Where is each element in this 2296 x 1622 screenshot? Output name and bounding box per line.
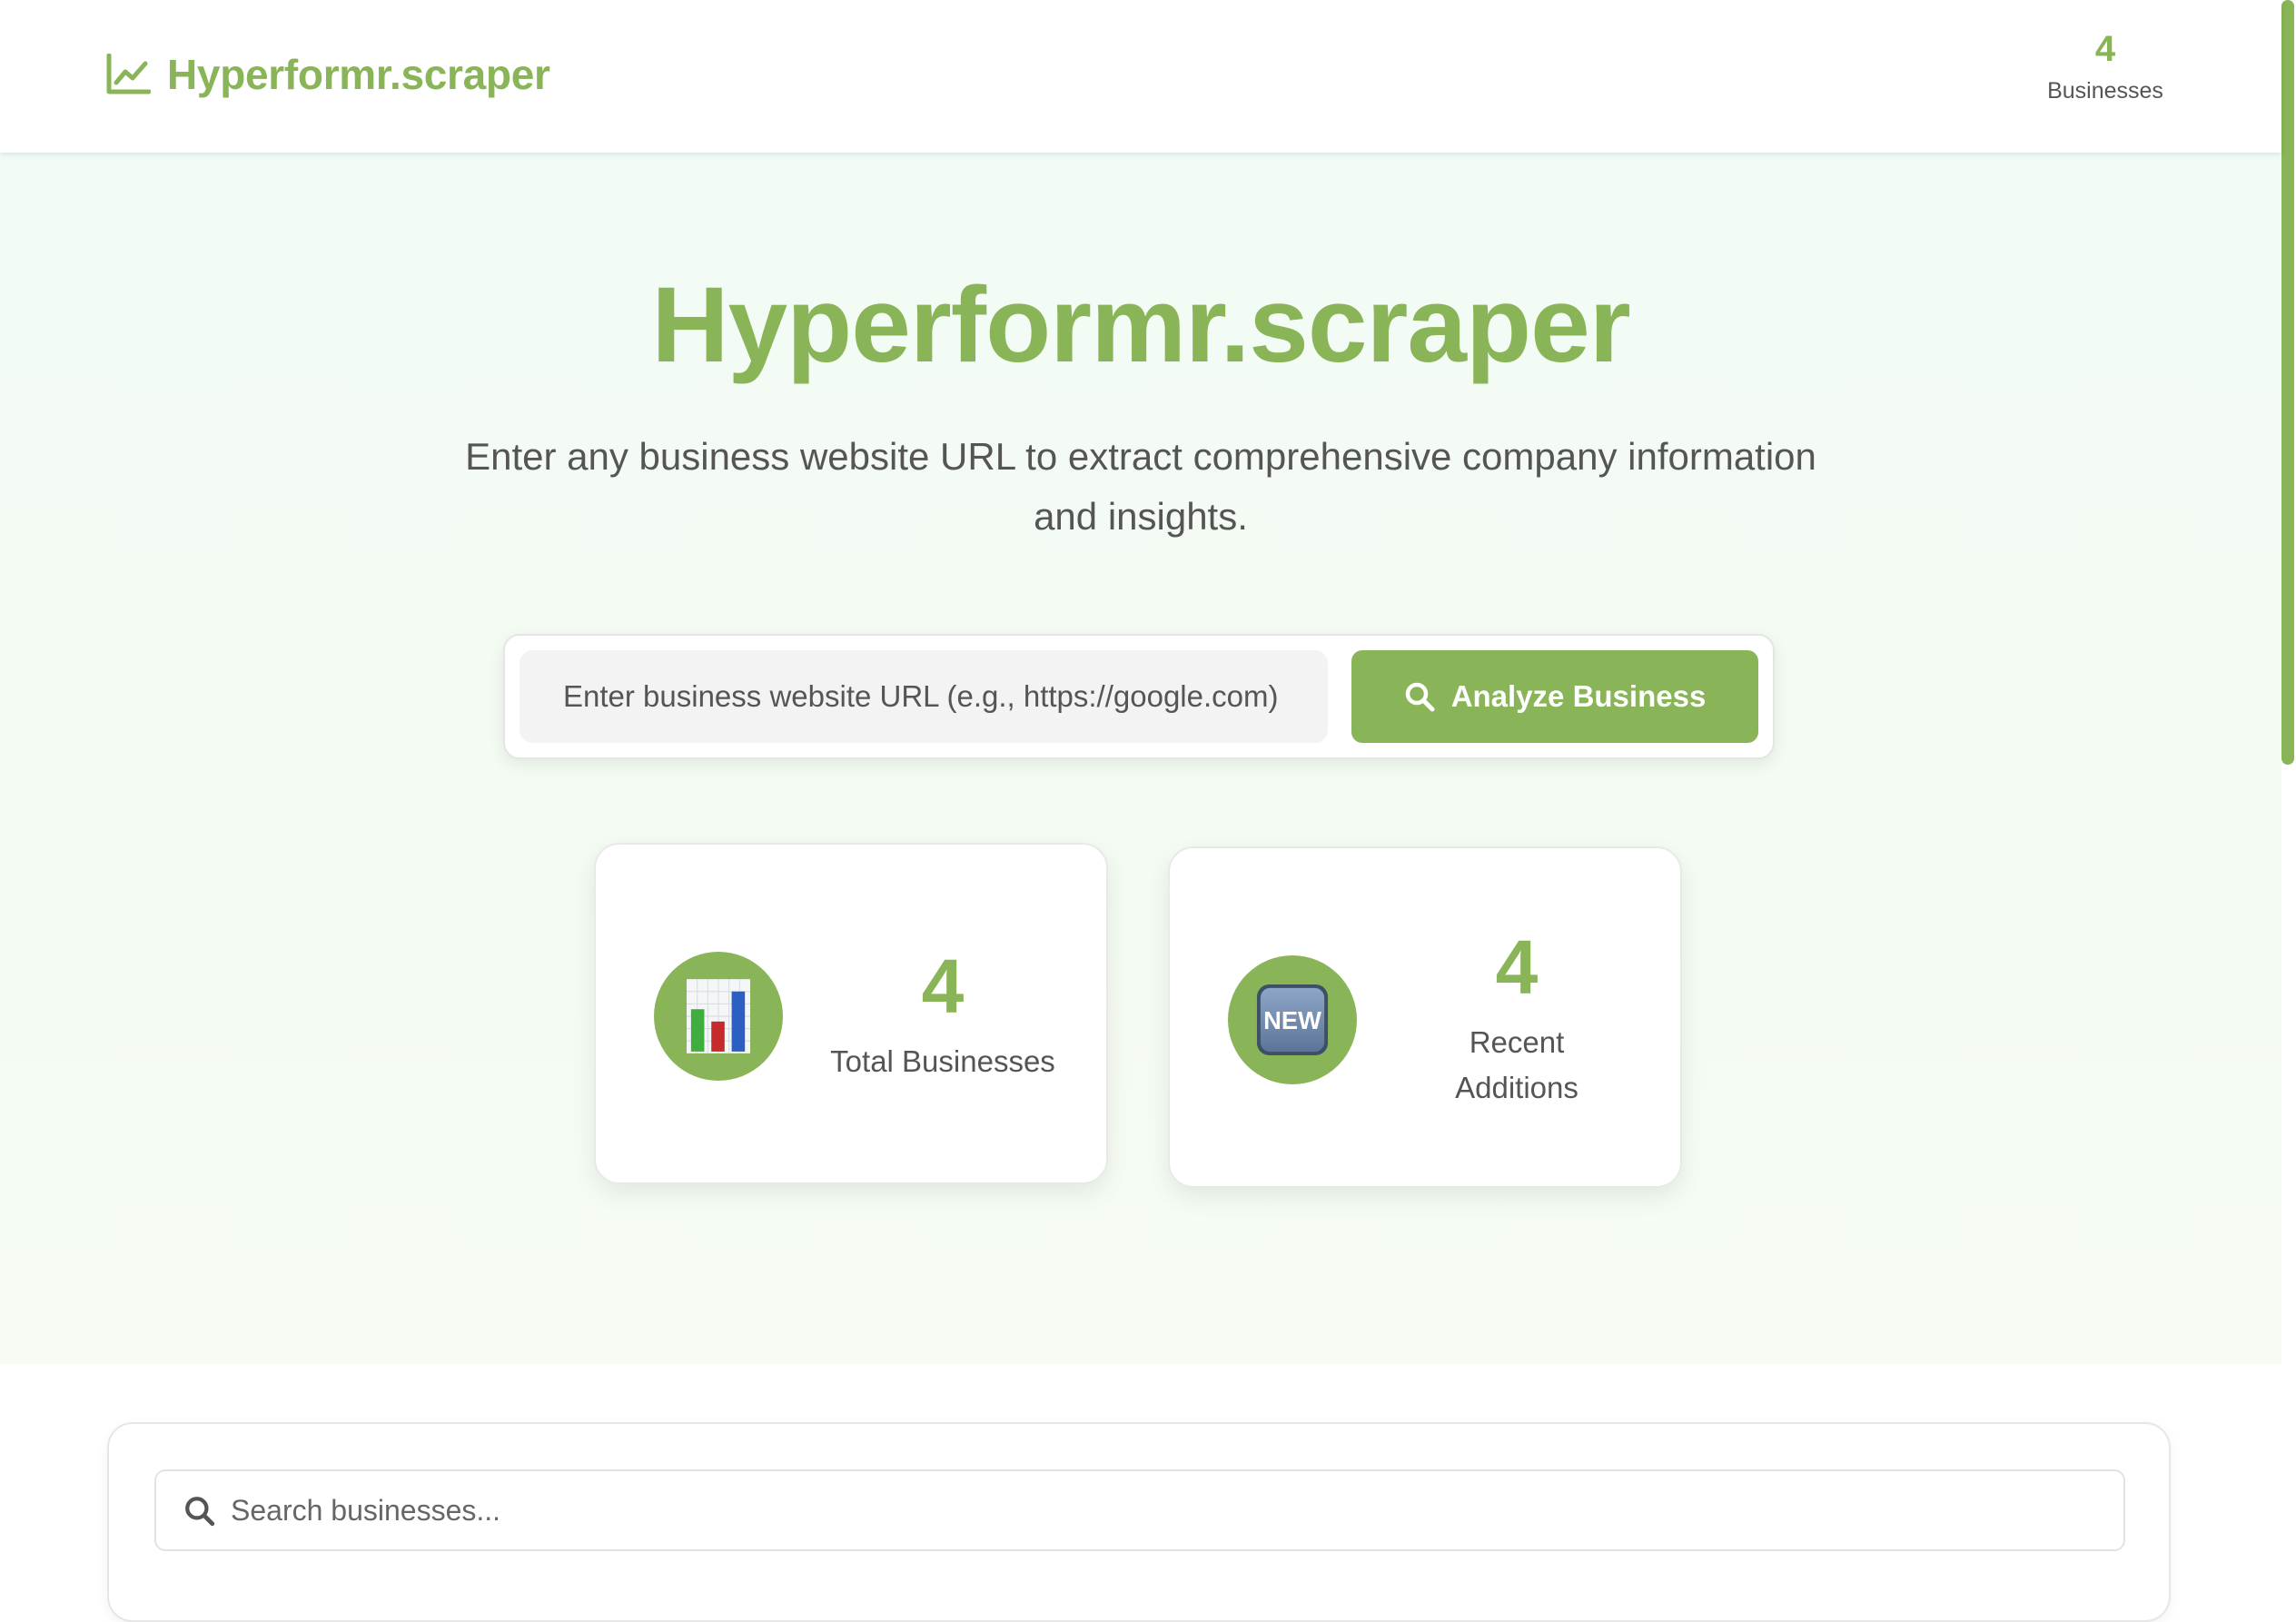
businesses-panel (107, 1422, 2171, 1622)
stat-text: 4 Recent Additions (1381, 848, 1653, 1186)
url-analyze-form: Analyze Business (503, 634, 1775, 759)
recent-additions-value: 4 (1495, 925, 1539, 1010)
search-icon (185, 1497, 215, 1527)
scrollbar-thumb[interactable] (2281, 0, 2294, 765)
stat-card-recent-additions: NEW 4 Recent Additions (1168, 846, 1682, 1188)
analyze-business-button[interactable]: Analyze Business (1351, 650, 1758, 743)
analyze-button-label: Analyze Business (1450, 679, 1707, 713)
total-businesses-value: 4 (921, 944, 965, 1029)
url-input[interactable] (520, 650, 1328, 743)
bar-chart-emoji-icon (654, 952, 783, 1081)
hero-title: Hyperformr.scraper (651, 265, 1630, 385)
total-businesses-label: Total Businesses (830, 1044, 1055, 1078)
header-stat-label: Businesses (2047, 78, 2163, 104)
header-business-count: 4 Businesses (2024, 25, 2187, 104)
top-header: Hyperformr.scraper 4 Businesses (0, 0, 2281, 153)
brand-name: Hyperformr.scraper (167, 51, 550, 98)
stat-text: 4 Total Businesses (807, 845, 1079, 1182)
chart-line-icon (106, 54, 151, 94)
recent-additions-label: Recent Additions (1455, 1025, 1578, 1104)
hero-section: Hyperformr.scraper Enter any business we… (0, 153, 2281, 1364)
header-stat-value: 4 (2094, 29, 2116, 69)
business-search-box (154, 1469, 2125, 1551)
search-icon (1405, 682, 1435, 712)
page-scrollbar[interactable] (2281, 0, 2296, 1569)
hero-subtitle: Enter any business website URL to extrac… (465, 435, 1816, 538)
new-badge-text: NEW (1263, 1006, 1321, 1034)
stat-card-total-businesses: 4 Total Businesses (594, 843, 1108, 1184)
new-badge-emoji-icon: NEW (1228, 955, 1357, 1084)
business-search-input[interactable] (229, 1471, 2100, 1549)
brand-logo[interactable]: Hyperformr.scraper (105, 47, 550, 102)
